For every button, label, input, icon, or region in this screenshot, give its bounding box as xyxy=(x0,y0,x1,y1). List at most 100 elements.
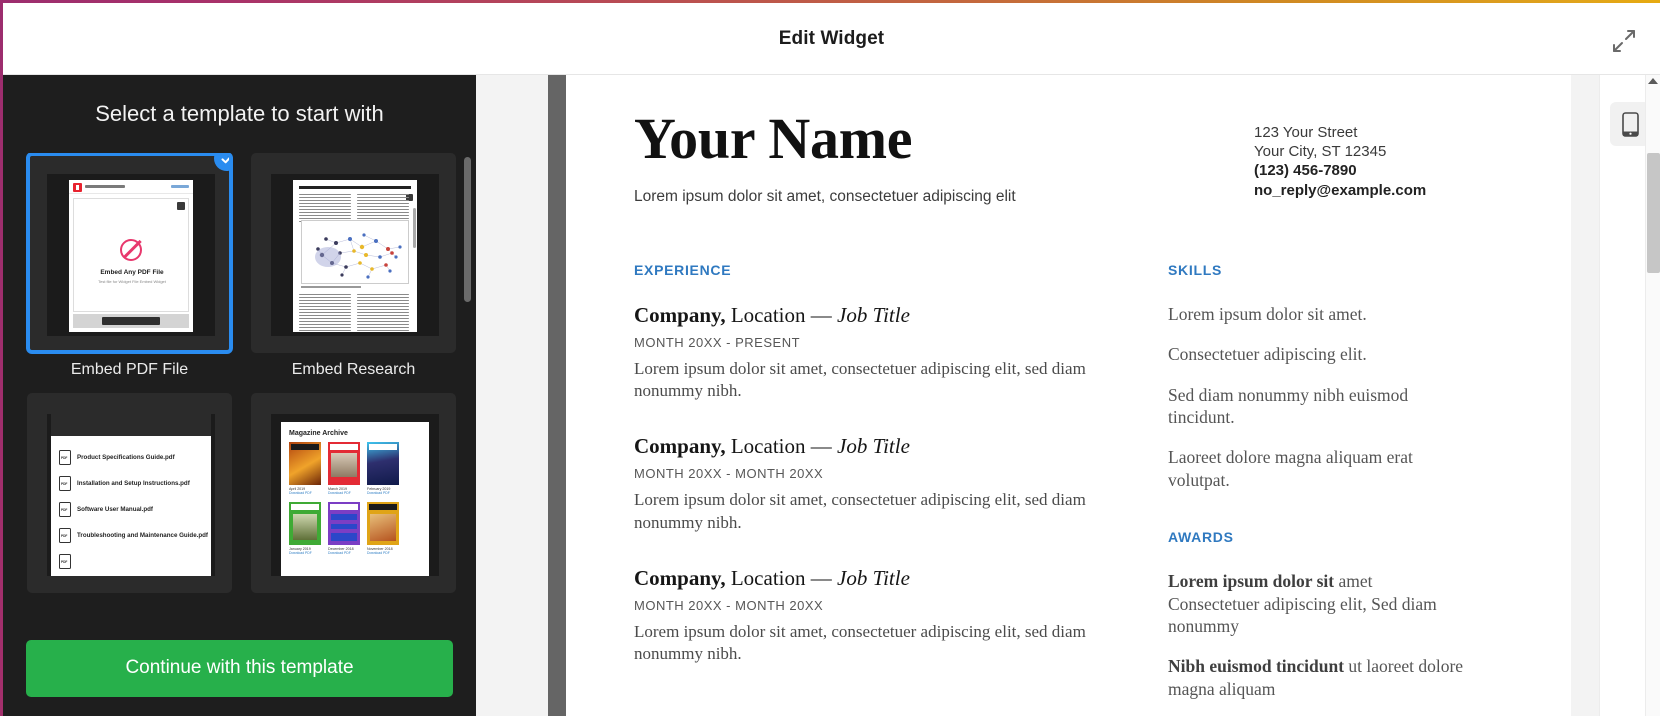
modal-header: Edit Widget xyxy=(3,3,1660,75)
template-thumbnail[interactable]: Magazine Archive April 2019 Download PDF xyxy=(251,393,456,593)
experience-title-line: Company, Location — Job Title xyxy=(634,303,1104,328)
section-heading-skills: SKILLS xyxy=(1168,261,1222,278)
continue-with-template-button[interactable]: Continue with this template xyxy=(26,639,453,697)
award-item: Lorem ipsum dolor sit amet Consectetuer … xyxy=(1168,570,1468,637)
preview-scrollbar-thumb[interactable] xyxy=(1647,153,1660,273)
pdf-file-icon xyxy=(59,502,71,517)
preview-title: Magazine Archive xyxy=(289,430,348,437)
resume-experience-column: EXPERIENCE Company, Location — Job Title… xyxy=(634,262,1104,716)
template-card-file-list[interactable]: Product Specifications Guide.pdf Install… xyxy=(27,393,232,601)
preview-gutter-left xyxy=(476,75,558,716)
template-panel-scrollbar[interactable] xyxy=(464,155,471,650)
template-preview-magazine-archive: Magazine Archive April 2019 Download PDF xyxy=(271,414,439,576)
download-link[interactable]: Download PDF xyxy=(289,551,321,555)
template-panel: Select a template to start with Embed An… xyxy=(3,75,476,716)
resume-body: EXPERIENCE Company, Location — Job Title… xyxy=(634,262,1504,716)
template-preview-subheading: Test file for Widget File Embed Widget xyxy=(98,279,166,284)
magazine-item: December 2018 Download PDF xyxy=(328,502,360,555)
contact-email: no_reply@example.com xyxy=(1254,181,1427,199)
resume-awards-block: AWARDS Lorem ipsum dolor sit amet Consec… xyxy=(1168,529,1468,700)
download-link[interactable]: Download PDF xyxy=(289,491,321,495)
section-heading-experience: EXPERIENCE xyxy=(634,261,732,278)
app-frame: Edit Widget Select a template to start w… xyxy=(3,3,1660,716)
template-preview-embed-research xyxy=(271,174,439,336)
experience-description: Lorem ipsum dolor sit amet, consectetuer… xyxy=(634,359,1086,401)
mobile-device-icon[interactable] xyxy=(1610,102,1650,146)
file-name: Installation and Setup Instructions.pdf xyxy=(77,480,190,487)
award-item-bold: Lorem ipsum dolor sit xyxy=(1168,571,1335,592)
pdf-file-icon xyxy=(59,476,71,491)
resume-preview-page[interactable]: Your Name Lorem ipsum dolor sit amet, co… xyxy=(566,75,1569,716)
experience-dates: MONTH 20XX - PRESENT xyxy=(634,335,801,351)
experience-job-title: Job Title xyxy=(837,565,910,590)
template-card-magazine-archive[interactable]: Magazine Archive April 2019 Download PDF xyxy=(251,393,456,601)
file-name: Software User Manual.pdf xyxy=(77,506,153,513)
experience-entry: Company, Location — Job Title MONTH 20XX… xyxy=(634,434,1104,533)
template-label: Embed PDF File xyxy=(70,361,189,378)
section-heading-awards: AWARDS xyxy=(1168,529,1234,546)
template-preview-file-list: Product Specifications Guide.pdf Install… xyxy=(47,414,215,576)
experience-description: Lorem ipsum dolor sit amet, consectetuer… xyxy=(634,621,1086,663)
experience-entry: Company, Location — Job Title MONTH 20XX… xyxy=(634,566,1104,665)
contact-street: 123 Your Street xyxy=(1254,124,1358,141)
experience-dash: — xyxy=(810,565,832,590)
experience-dates: MONTH 20XX - MONTH 20XX xyxy=(634,466,824,482)
template-preview-embed-pdf-file: Embed Any PDF File Test file for Widget … xyxy=(47,174,215,336)
template-label: Embed Research xyxy=(291,361,416,378)
resume-contact-block: 123 Your Street Your City, ST 12345 (123… xyxy=(1254,109,1504,200)
contact-city-state-zip: Your City, ST 12345 xyxy=(1254,143,1387,161)
experience-title-line: Company, Location — Job Title xyxy=(634,434,1104,459)
experience-location: Location xyxy=(730,434,806,459)
template-card-embed-pdf-file[interactable]: Embed Any PDF File Test file for Widget … xyxy=(27,153,232,379)
skill-item: Consectetuer adipiscing elit. xyxy=(1168,344,1367,365)
template-grid: Embed Any PDF File Test file for Widget … xyxy=(3,153,476,601)
window-frame: Edit Widget Select a template to start w… xyxy=(0,0,1660,716)
resume-tagline: Lorem ipsum dolor sit amet, consectetuer… xyxy=(634,187,1016,205)
experience-company: Company, xyxy=(634,434,726,459)
contact-phone: (123) 456-7890 xyxy=(1254,162,1357,180)
skill-item: Lorem ipsum dolor sit amet. xyxy=(1168,303,1367,324)
pdf-file-icon xyxy=(59,528,71,543)
experience-job-title: Job Title xyxy=(837,434,910,459)
template-thumbnail[interactable]: Embed Any PDF File Test file for Widget … xyxy=(27,153,232,353)
experience-dates: MONTH 20XX - MONTH 20XX xyxy=(634,597,824,613)
magazine-item: November 2018 Download PDF xyxy=(367,502,399,555)
device-preview-rail xyxy=(1599,75,1660,716)
resume-name: Your Name xyxy=(634,106,913,171)
preview-area: Your Name Lorem ipsum dolor sit amet, co… xyxy=(476,75,1660,716)
experience-company: Company, xyxy=(634,565,726,590)
resume-header: Your Name Lorem ipsum dolor sit amet, co… xyxy=(634,106,1504,206)
template-panel-title: Select a template to start with xyxy=(95,101,384,126)
preview-scrollbar[interactable] xyxy=(1645,75,1660,716)
magazine-item: January 2019 Download PDF xyxy=(289,502,321,555)
preview-gutter-right xyxy=(1571,75,1599,716)
download-link[interactable]: Download PDF xyxy=(367,491,399,495)
download-link[interactable]: Download PDF xyxy=(328,551,360,555)
template-card-embed-research[interactable]: Embed Research xyxy=(251,153,456,379)
experience-company: Company, xyxy=(634,302,726,327)
panel-resize-handle[interactable] xyxy=(548,75,566,716)
experience-entry: Company, Location — Job Title MONTH 20XX… xyxy=(634,303,1104,402)
check-icon xyxy=(214,156,229,171)
experience-location: Location xyxy=(730,565,806,590)
template-panel-scrollbar-thumb[interactable] xyxy=(464,157,471,302)
pdf-file-icon xyxy=(59,450,71,465)
experience-description: Lorem ipsum dolor sit amet, consectetuer… xyxy=(634,490,1086,532)
template-thumbnail[interactable] xyxy=(251,153,456,353)
magazine-item: March 2019 Download PDF xyxy=(328,442,360,495)
resume-document: Your Name Lorem ipsum dolor sit amet, co… xyxy=(634,106,1504,716)
template-list-scroll[interactable]: Embed Any PDF File Test file for Widget … xyxy=(3,153,476,648)
download-link[interactable]: Download PDF xyxy=(328,491,360,495)
file-name: Product Specifications Guide.pdf xyxy=(77,454,175,461)
skill-item: Sed diam nonummy nibh euismod tincidunt. xyxy=(1168,384,1409,428)
template-thumbnail[interactable]: Product Specifications Guide.pdf Install… xyxy=(27,393,232,593)
magazine-item: April 2019 Download PDF xyxy=(289,442,321,495)
experience-title-line: Company, Location — Job Title xyxy=(634,566,1104,591)
download-link[interactable]: Download PDF xyxy=(367,551,399,555)
file-name: Troubleshooting and Maintenance Guide.pd… xyxy=(77,532,208,539)
expand-arrows-icon[interactable] xyxy=(1604,21,1644,61)
skill-item: Laoreet dolore magna aliquam erat volutp… xyxy=(1168,447,1413,490)
experience-location: Location xyxy=(730,302,806,327)
resume-sidebar-column: SKILLS Lorem ipsum dolor sit amet. Conse… xyxy=(1168,262,1468,716)
triangle-up-icon[interactable] xyxy=(1648,78,1658,84)
